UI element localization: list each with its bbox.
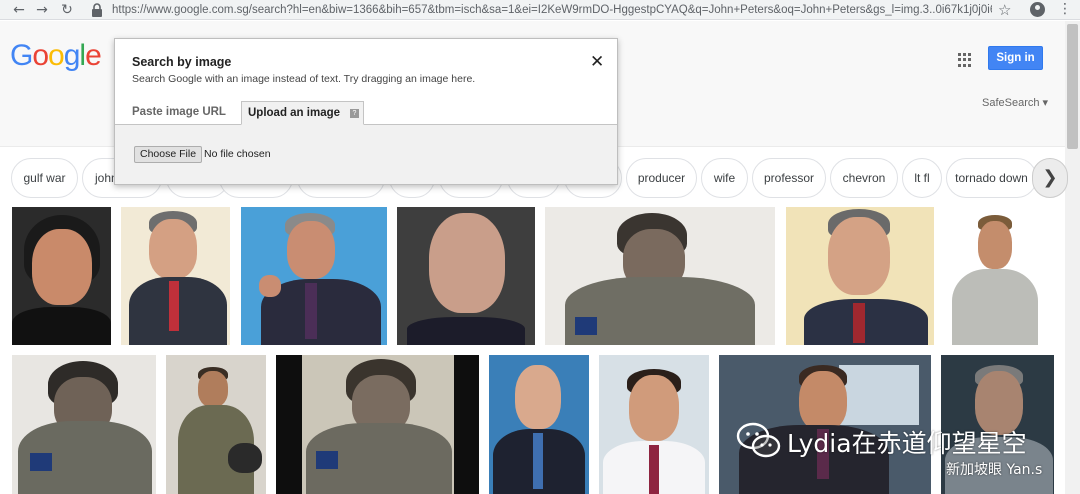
menu-kebab-icon[interactable]: ⋮ [1058,1,1072,17]
logo-letter: o [32,39,49,72]
back-arrow-icon[interactable]: ← [10,1,28,19]
logo-letter: o [48,39,65,72]
apps-grid-icon[interactable] [958,53,972,67]
image-result[interactable] [944,207,1040,345]
reload-icon[interactable]: ↻ [58,1,76,19]
watermark-subtitle: 新加坡眼 Yan.s [946,462,1043,478]
image-result[interactable] [786,207,934,345]
tab-paste-image-url[interactable]: Paste image URL [132,106,226,118]
scrollbar-thumb[interactable] [1067,24,1078,149]
image-result[interactable] [599,355,709,494]
account-icon[interactable] [1030,2,1045,17]
tab-upload-label: Upload an image [248,107,341,119]
logo-letter: G [10,39,33,72]
image-result[interactable] [489,355,589,494]
bookmark-star-icon[interactable]: ☆ [998,1,1011,19]
google-logo[interactable]: Google [10,39,102,73]
image-result[interactable] [12,207,111,345]
sign-in-button[interactable]: Sign in [988,46,1043,70]
image-result[interactable] [166,355,266,494]
watermark-title: Lydia在赤道仰望星空 [787,429,1027,458]
chip-gulf-war[interactable]: gulf war [11,158,78,198]
image-result[interactable] [545,207,775,345]
wechat-logo-icon [736,422,781,458]
image-result[interactable] [276,355,479,494]
chip-chevron[interactable]: chevron [830,158,898,198]
close-icon[interactable]: ✕ [590,53,604,71]
tab-upload-an-image[interactable]: Upload an image ? [241,101,364,125]
safesearch-menu[interactable]: SafeSearch ▾ [982,96,1048,109]
image-result[interactable] [12,355,156,494]
file-status-text: No file chosen [204,148,271,160]
dialog-title: Search by image [132,55,232,69]
forward-arrow-icon[interactable]: → [33,1,51,19]
image-result[interactable] [397,207,535,345]
chip-tornado-down[interactable]: tornado down [946,158,1037,198]
chevron-right-icon[interactable]: ❯ [1032,158,1068,198]
dialog-subtitle: Search Google with an image instead of t… [132,73,476,85]
chip-wife[interactable]: wife [701,158,748,198]
browser-window: ← → ↻ https://www.google.com.sg/search?h… [0,0,1080,494]
image-result[interactable] [121,207,230,345]
search-by-image-dialog: Search by image Search Google with an im… [114,38,618,185]
chip-producer[interactable]: producer [626,158,697,198]
help-icon[interactable]: ? [350,109,359,118]
lock-icon [92,3,102,17]
chip-lt-fl[interactable]: lt fl [902,158,942,198]
address-bar[interactable]: https://www.google.com.sg/search?hl=en&b… [112,3,992,17]
choose-file-button[interactable]: Choose File [134,146,203,163]
upload-panel: Choose File No file chosen [115,125,617,184]
image-result[interactable] [241,207,387,345]
browser-toolbar: ← → ↻ https://www.google.com.sg/search?h… [0,0,1080,20]
chip-professor[interactable]: professor [752,158,826,198]
logo-letter: e [85,39,102,72]
logo-letter: g [63,39,81,72]
